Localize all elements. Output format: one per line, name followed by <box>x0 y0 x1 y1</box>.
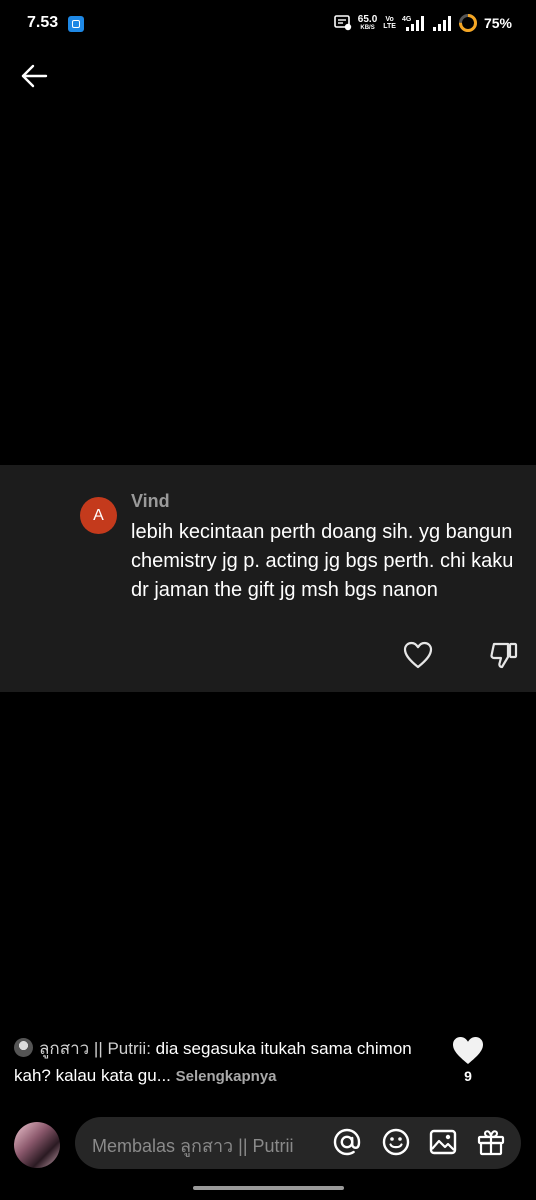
data-saver-icon <box>333 15 351 31</box>
post-like-button[interactable] <box>451 1034 485 1068</box>
commenter-avatar[interactable]: A <box>80 497 117 534</box>
network-speed: 65.0 KB/S <box>357 14 378 32</box>
notification-app-icon <box>68 16 84 32</box>
thumbs-down-icon <box>490 642 518 669</box>
gift-button[interactable] <box>476 1127 506 1157</box>
see-more-link[interactable]: Selengkapnya <box>176 1068 277 1085</box>
volte-indicator: Vo LTE <box>383 16 396 30</box>
status-time: 7.53 <box>27 14 59 31</box>
reply-placeholder[interactable]: Membalas ลูกสาว || Putrii <box>92 1131 294 1160</box>
status-bar: 7.53 65.0 KB/S Vo LTE 4G 75% <box>0 0 536 46</box>
mention-button[interactable] <box>332 1127 362 1157</box>
battery-ring-icon <box>458 14 477 32</box>
user-avatar[interactable] <box>14 1122 60 1168</box>
creator-name[interactable]: ลูกสาว || Putrii: <box>39 1039 151 1058</box>
signal-4g-icon: 4G <box>402 16 424 31</box>
comment-author[interactable]: Vind <box>131 491 170 512</box>
emoji-icon <box>382 1128 410 1156</box>
heart-filled-icon <box>453 1037 483 1064</box>
image-icon <box>429 1129 457 1155</box>
post-caption: ลูกสาว || Putrii: dia segasuka itukah sa… <box>14 1035 434 1090</box>
screen: 7.53 65.0 KB/S Vo LTE 4G 75% A Vind lebi… <box>0 0 536 1200</box>
battery-percent: 75% <box>483 15 512 31</box>
status-icons: 65.0 KB/S Vo LTE 4G 75% <box>333 12 512 34</box>
gift-icon <box>477 1130 505 1156</box>
home-indicator[interactable] <box>193 1186 344 1190</box>
comment-text: lebih kecintaan perth doang sih. yg bang… <box>131 521 514 601</box>
comment-like-button[interactable] <box>402 640 434 670</box>
comment-dislike-button[interactable] <box>488 640 520 670</box>
svg-text:4G: 4G <box>402 16 412 23</box>
heart-outline-icon <box>403 641 433 669</box>
back-arrow-icon <box>21 64 48 88</box>
creator-avatar[interactable] <box>14 1038 33 1057</box>
back-button[interactable] <box>14 56 54 96</box>
post-like-count: 9 <box>464 1068 472 1084</box>
emoji-button[interactable] <box>381 1127 411 1157</box>
at-icon <box>333 1128 361 1156</box>
image-button[interactable] <box>428 1127 458 1157</box>
signal-icon <box>432 16 451 31</box>
